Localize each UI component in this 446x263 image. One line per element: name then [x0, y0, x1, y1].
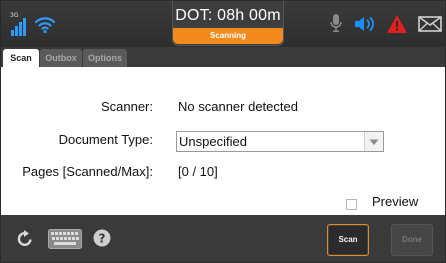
tab-outbox[interactable]: Outbox [40, 49, 82, 67]
scanning-badge: Scanning [173, 28, 283, 44]
chevron-down-icon[interactable] [364, 132, 383, 151]
dot-time-text: DOT: 08h 00m [175, 7, 281, 24]
speaker-icon[interactable] [354, 14, 376, 34]
refresh-icon[interactable] [16, 230, 34, 248]
preview-checkbox[interactable] [346, 199, 357, 210]
pages-value: [0 / 10] [178, 164, 218, 179]
help-icon[interactable]: ? [93, 229, 111, 247]
scanner-value: No scanner detected [178, 99, 298, 114]
microphone-icon[interactable] [328, 13, 344, 33]
pages-label: Pages [Scanned/Max]: [22, 164, 153, 179]
svg-text:?: ? [99, 232, 106, 246]
done-button[interactable]: Done [391, 224, 433, 256]
tab-options[interactable]: Options [83, 49, 127, 67]
app-window: 3G DOT: 08h 00m Scanning Scan Outbox Opt… [0, 0, 446, 263]
document-type-label: Document Type: [58, 132, 153, 147]
dot-status-box: DOT: 08h 00m Scanning [172, 1, 284, 46]
scan-page-button[interactable]: Scan Page [327, 224, 369, 256]
tab-scan[interactable]: Scan [3, 49, 39, 67]
top-status-bar: 3G DOT: 08h 00m Scanning [1, 1, 445, 47]
tab-bar: Scan Outbox Options [1, 47, 445, 67]
document-type-value: Unspecified [179, 134, 247, 149]
scan-form: Scanner: No scanner detected Document Ty… [1, 67, 445, 215]
warning-icon[interactable] [386, 14, 408, 34]
scanner-label: Scanner: [100, 99, 153, 114]
mail-icon[interactable] [418, 16, 442, 32]
signal-icon: 3G [10, 13, 26, 37]
bottom-toolbar: ? Scan Page Done [1, 215, 445, 262]
signal-label: 3G [10, 12, 19, 19]
preview-label: Preview [372, 194, 419, 209]
wifi-icon [34, 14, 56, 34]
keyboard-icon[interactable] [48, 229, 82, 249]
document-type-select[interactable]: Unspecified [176, 131, 384, 152]
